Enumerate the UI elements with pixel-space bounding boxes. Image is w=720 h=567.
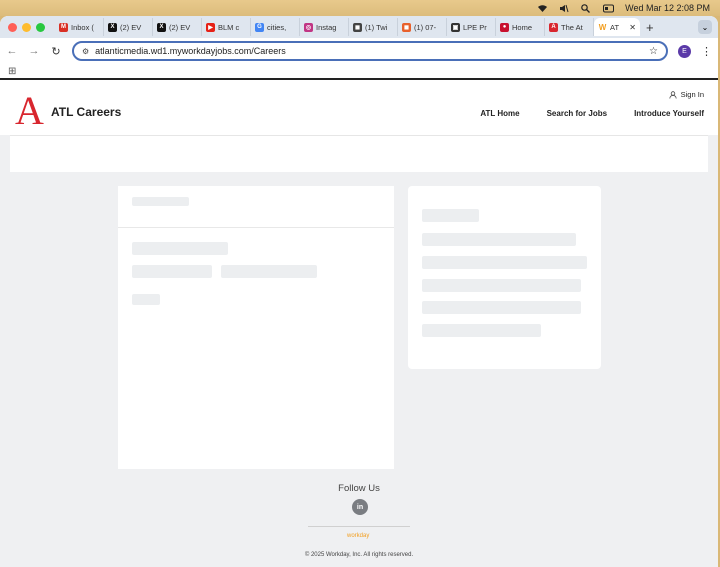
tab-8[interactable]: ▣ LPE Pr [447, 18, 496, 36]
linkedin-icon[interactable]: in [352, 499, 368, 515]
profile-avatar[interactable]: E [678, 44, 691, 58]
tab-label: AT [610, 22, 620, 32]
forward-arrow-icon[interactable]: → [28, 45, 40, 57]
close-tab-icon[interactable]: ✕ [629, 23, 636, 32]
tab-active-workday[interactable]: W AT ✕ [594, 18, 640, 36]
skeleton-bar [221, 265, 317, 278]
tab-4[interactable]: Gcities, [251, 18, 300, 36]
skeleton-bar [422, 233, 576, 246]
x-icon: X [157, 22, 166, 32]
app-icon: ◼ [402, 22, 411, 32]
nav-search-for-jobs[interactable]: Search for Jobs [547, 109, 607, 118]
menubar-clock[interactable]: Wed Mar 12 2:08 PM [625, 3, 710, 13]
atlantic-logo[interactable]: A [15, 91, 44, 131]
tab-label: The At [561, 22, 583, 32]
twitch-icon: ◼ [353, 22, 362, 32]
workday-logo[interactable]: workday [347, 533, 369, 539]
tab-3[interactable]: ▶ BLM c [202, 18, 251, 36]
tab-search-button[interactable]: ⌄ [698, 20, 712, 34]
bookmarks-bar: ⊞ [0, 64, 718, 80]
browser-window: M Inbox (X (2) EV X (2) EV ▶ BLM c Gcities, ◎ In… [0, 16, 718, 567]
url-text[interactable]: atlanticmedia.wd1.myworkdayjobs.com/Care… [95, 46, 643, 56]
skeleton-bar [422, 209, 479, 222]
workday-icon: W [598, 22, 607, 32]
skeleton-bar [422, 279, 581, 292]
spotlight-search-icon[interactable] [581, 3, 591, 13]
copyright-text: © 2025 Workday, Inc. All rights reserved… [304, 552, 414, 558]
google-icon: G [255, 22, 264, 32]
tab-label: Home [512, 22, 533, 32]
tab-label: LPE Pr [463, 22, 487, 32]
window-controls [8, 22, 45, 32]
skeleton-bar [132, 197, 189, 206]
skeleton-bar [132, 294, 160, 305]
zoom-window-button[interactable] [36, 22, 45, 32]
minimize-window-button[interactable] [22, 22, 31, 32]
new-tab-button[interactable]: + [646, 20, 654, 35]
follow-us-label: Follow Us [338, 483, 380, 494]
site-settings-icon[interactable]: ⚙ [82, 47, 89, 56]
doc-icon: ▣ [451, 22, 460, 32]
instagram-icon: ◎ [304, 22, 313, 32]
bookmark-star-icon[interactable]: ☆ [649, 46, 658, 57]
back-arrow-icon[interactable]: ← [6, 45, 18, 57]
gmail-icon: M [59, 22, 68, 32]
tab-9[interactable]: ● Home [496, 18, 545, 36]
close-window-button[interactable] [8, 22, 17, 32]
skeleton-bar [132, 242, 228, 255]
tab-strip: M Inbox (X (2) EV X (2) EV ▶ BLM c Gcities, ◎ In… [0, 16, 718, 38]
tab-label: BLM c [218, 22, 240, 32]
skeleton-bar [422, 301, 581, 314]
footer-divider [308, 526, 410, 527]
x-icon: X [108, 22, 117, 32]
brand-name[interactable]: ATL Careers [51, 105, 121, 119]
mute-icon[interactable] [559, 4, 569, 13]
wifi-icon[interactable] [537, 4, 548, 13]
sign-in-link[interactable]: Sign In [669, 90, 704, 99]
user-icon [669, 90, 677, 99]
nav-introduce-yourself[interactable]: Introduce Yourself [634, 109, 704, 118]
tab-list: M Inbox (X (2) EV X (2) EV ▶ BLM c Gcities, ◎ In… [55, 18, 594, 36]
atlantic-icon: A [549, 22, 558, 32]
job-list-card [118, 186, 394, 469]
tab-10[interactable]: A The At [545, 18, 594, 36]
browser-menu-icon[interactable]: ⋮ [701, 45, 712, 58]
site-header: A ATL Careers Sign In ATL Home Search fo… [0, 86, 718, 135]
browser-toolbar: ← → ↻ ⚙ atlanticmedia.wd1.myworkdayjobs.… [0, 38, 718, 64]
tab-2[interactable]: X (2) EV [153, 18, 202, 36]
info-sidebar-card [408, 186, 601, 369]
apps-grid-icon[interactable]: ⊞ [8, 66, 16, 77]
skeleton-bar [132, 265, 212, 278]
hero-banner [10, 135, 708, 172]
youtube-icon: ▶ [206, 22, 215, 32]
site-nav: ATL Home Search for Jobs Introduce Yours… [480, 109, 704, 118]
tab-label: Inbox ( [71, 22, 94, 32]
tab-0[interactable]: M Inbox ( [55, 18, 104, 36]
news-icon: ● [500, 22, 509, 32]
tab-label: cities, [267, 22, 287, 32]
nav-atl-home[interactable]: ATL Home [480, 109, 519, 118]
tab-label: (1) 07- [414, 22, 437, 32]
page-content: A ATL Careers Sign In ATL Home Search fo… [0, 86, 718, 567]
tab-label: (2) EV [120, 22, 142, 32]
tab-7[interactable]: ◼ (1) 07- [398, 18, 447, 36]
card-divider [118, 227, 394, 228]
tab-label: Instag [316, 22, 337, 32]
address-bar[interactable]: ⚙ atlanticmedia.wd1.myworkdayjobs.com/Ca… [72, 41, 668, 61]
sign-in-label: Sign In [680, 90, 704, 99]
macos-menubar: Wed Mar 12 2:08 PM [0, 0, 720, 16]
tab-6[interactable]: ◼ (1) Twi [349, 18, 398, 36]
tab-label: (2) EV [169, 22, 191, 32]
skeleton-bar [422, 256, 587, 269]
reload-icon[interactable]: ↻ [50, 45, 62, 58]
tab-1[interactable]: X (2) EV [104, 18, 153, 36]
tab-5[interactable]: ◎ Instag [300, 18, 349, 36]
skeleton-bar [422, 324, 541, 337]
control-center-icon[interactable] [603, 4, 615, 13]
tab-label: (1) Twi [365, 22, 388, 32]
